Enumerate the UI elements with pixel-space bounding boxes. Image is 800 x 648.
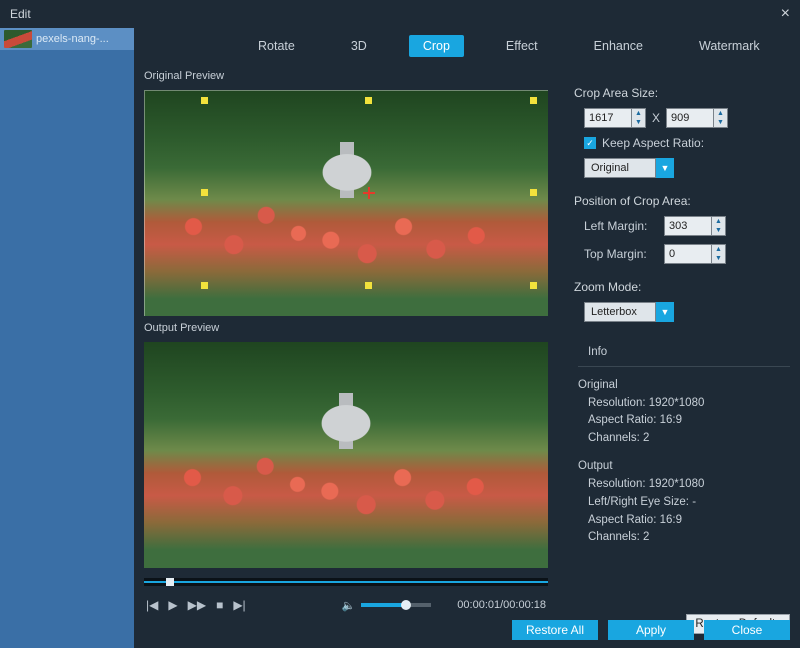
crop-handle-bl[interactable]	[201, 282, 208, 289]
volume-knob[interactable]	[401, 600, 411, 610]
tab-3d[interactable]: 3D	[337, 35, 381, 57]
tab-crop[interactable]: Crop	[409, 35, 464, 57]
crop-width-down-icon[interactable]: ▼	[632, 118, 645, 127]
crop-height-stepper[interactable]: ▲▼	[666, 108, 728, 128]
chevron-down-icon[interactable]: ▼	[656, 302, 674, 322]
tab-effect[interactable]: Effect	[492, 35, 552, 57]
aspect-dropdown-value: Original	[584, 158, 656, 178]
close-button[interactable]: Close	[704, 620, 790, 640]
output-channels: Channels: 2	[578, 529, 790, 547]
dimension-x: X	[652, 111, 660, 125]
zoom-dropdown-value: Letterbox	[584, 302, 656, 322]
sidebar-thumb[interactable]: pexels-nang-...	[0, 28, 134, 50]
top-margin-input[interactable]	[664, 244, 712, 264]
top-margin-down-icon[interactable]: ▼	[712, 254, 725, 263]
original-header: Original	[578, 377, 790, 395]
output-header: Output	[578, 458, 790, 476]
tab-rotate[interactable]: Rotate	[244, 35, 309, 57]
titlebar: Edit ×	[0, 0, 800, 28]
crop-handle-tl[interactable]	[201, 97, 208, 104]
original-preview-label: Original Preview	[144, 70, 564, 82]
edit-window: Edit × pexels-nang-... Rotate 3D Crop Ef…	[0, 0, 800, 648]
info-header: Info	[578, 344, 790, 362]
top-margin-stepper[interactable]: ▲▼	[664, 244, 726, 264]
original-channels: Channels: 2	[578, 430, 790, 448]
keep-aspect-checkbox[interactable]: ✓	[584, 137, 596, 149]
output-preview	[144, 342, 548, 568]
tab-watermark[interactable]: Watermark	[685, 35, 774, 57]
time-display: 00:00:01/00:00:18	[457, 599, 546, 611]
crop-center-icon[interactable]	[363, 187, 375, 199]
crop-width-stepper[interactable]: ▲▼	[584, 108, 646, 128]
left-margin-down-icon[interactable]: ▼	[712, 226, 725, 235]
left-margin-up-icon[interactable]: ▲	[712, 217, 725, 226]
crop-handle-br[interactable]	[530, 282, 537, 289]
crop-area-title: Crop Area Size:	[574, 86, 790, 100]
left-margin-input[interactable]	[664, 216, 712, 236]
crop-handle-tr[interactable]	[530, 97, 537, 104]
play-button[interactable]: ▶	[168, 598, 177, 612]
left-margin-label: Left Margin:	[584, 219, 658, 233]
prev-button[interactable]: |◀	[146, 598, 158, 612]
top-margin-label: Top Margin:	[584, 247, 658, 261]
output-aspect: Aspect Ratio: 16:9	[578, 512, 790, 530]
volume-slider[interactable]	[361, 603, 431, 607]
volume-control[interactable]: 🔈	[342, 599, 432, 612]
thumbnail-label: pexels-nang-...	[36, 33, 109, 45]
seek-bar[interactable]	[144, 578, 548, 586]
crop-handle-b[interactable]	[365, 282, 372, 289]
player-controls: |◀ ▶ ▶▶ ■ ▶| 🔈 00:00:0	[144, 592, 548, 618]
crop-handle-r[interactable]	[530, 189, 537, 196]
chevron-down-icon[interactable]: ▼	[656, 158, 674, 178]
tabbar: Rotate 3D Crop Effect Enhance Watermark	[134, 28, 800, 64]
stop-button[interactable]: ■	[216, 598, 223, 612]
output-eye: Left/Right Eye Size: -	[578, 494, 790, 512]
crop-height-down-icon[interactable]: ▼	[714, 118, 727, 127]
preview-column: Original Preview	[144, 70, 564, 640]
tab-enhance[interactable]: Enhance	[580, 35, 657, 57]
crop-width-input[interactable]	[584, 108, 632, 128]
right-panel: Crop Area Size: ▲▼ X ▲▼ ✓	[574, 70, 790, 640]
volume-icon[interactable]: 🔈	[342, 599, 356, 612]
close-icon[interactable]: ×	[781, 5, 790, 23]
position-title: Position of Crop Area:	[574, 194, 790, 208]
footer-buttons: Restore All Apply Close	[512, 620, 790, 640]
output-preview-label: Output Preview	[144, 322, 564, 334]
crop-handle-t[interactable]	[365, 97, 372, 104]
crop-selection[interactable]	[204, 100, 534, 286]
aspect-dropdown[interactable]: Original ▼	[584, 158, 674, 178]
original-resolution: Resolution: 1920*1080	[578, 395, 790, 413]
restore-all-button[interactable]: Restore All	[512, 620, 598, 640]
original-aspect: Aspect Ratio: 16:9	[578, 412, 790, 430]
original-preview[interactable]	[144, 90, 548, 316]
window-title: Edit	[10, 7, 31, 21]
crop-height-up-icon[interactable]: ▲	[714, 109, 727, 118]
apply-button[interactable]: Apply	[608, 620, 694, 640]
seek-knob[interactable]	[166, 578, 174, 586]
top-margin-up-icon[interactable]: ▲	[712, 245, 725, 254]
info-section: Info Original Resolution: 1920*1080 Aspe…	[574, 344, 790, 547]
keep-aspect-label: Keep Aspect Ratio:	[602, 136, 704, 150]
output-resolution: Resolution: 1920*1080	[578, 476, 790, 494]
crop-width-up-icon[interactable]: ▲	[632, 109, 645, 118]
sidebar: pexels-nang-...	[0, 28, 134, 648]
thumbnail-image	[4, 30, 32, 48]
zoom-title: Zoom Mode:	[574, 280, 790, 294]
zoom-dropdown[interactable]: Letterbox ▼	[584, 302, 674, 322]
crop-height-input[interactable]	[666, 108, 714, 128]
next-button[interactable]: ▶|	[233, 598, 245, 612]
left-margin-stepper[interactable]: ▲▼	[664, 216, 726, 236]
crop-handle-l[interactable]	[201, 189, 208, 196]
fast-forward-button[interactable]: ▶▶	[188, 598, 206, 612]
